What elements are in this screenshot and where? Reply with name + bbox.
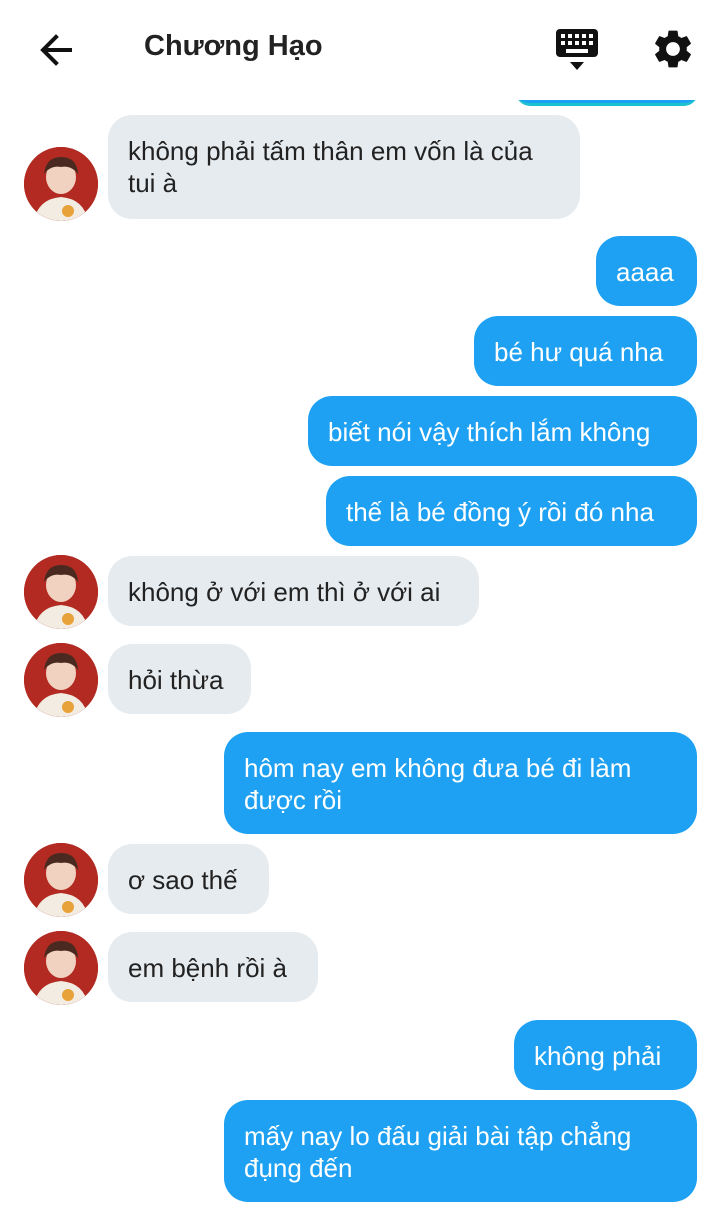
outgoing-message[interactable]: thế là bé đồng ý rồi đó nha [326, 476, 697, 546]
outgoing-message[interactable]: biết nói vậy thích lắm không [308, 396, 697, 466]
gear-icon [655, 30, 691, 68]
contact-avatar[interactable] [24, 643, 98, 717]
chat-header: Chương Hạo [0, 0, 720, 100]
incoming-message[interactable]: không ở với em thì ở với ai [108, 556, 479, 626]
back-button[interactable] [34, 28, 78, 72]
keyboard-icon [556, 29, 598, 70]
outgoing-message[interactable]: aaaa [596, 236, 697, 306]
outgoing-message[interactable]: không phải [514, 1020, 697, 1090]
incoming-message[interactable]: không phải tấm thân em vốn là của tui à [108, 115, 580, 219]
outgoing-message[interactable]: mấy nay lo đấu giải bài tập chẳng đụng đ… [224, 1100, 697, 1202]
outgoing-message[interactable]: hôm nay em không đưa bé đi làm được rồi [224, 732, 697, 834]
contact-avatar[interactable] [24, 555, 98, 629]
incoming-message[interactable]: ơ sao thế [108, 844, 269, 914]
avatar-photo [24, 643, 98, 717]
incoming-message[interactable]: em bệnh rồi à [108, 932, 318, 1002]
avatar-photo [24, 147, 98, 221]
avatar-photo [24, 843, 98, 917]
contact-avatar[interactable] [24, 931, 98, 1005]
avatar-photo [24, 555, 98, 629]
avatar-photo [24, 931, 98, 1005]
arrow-left-icon [40, 34, 72, 66]
contact-name: Chương Hạo [144, 30, 323, 62]
outgoing-message[interactable]: bé hư quá nha [474, 316, 697, 386]
settings-button[interactable] [650, 26, 696, 72]
keyboard-button[interactable] [554, 26, 600, 76]
incoming-message[interactable]: hỏi thừa [108, 644, 251, 714]
contact-avatar[interactable] [24, 843, 98, 917]
contact-avatar[interactable] [24, 147, 98, 221]
